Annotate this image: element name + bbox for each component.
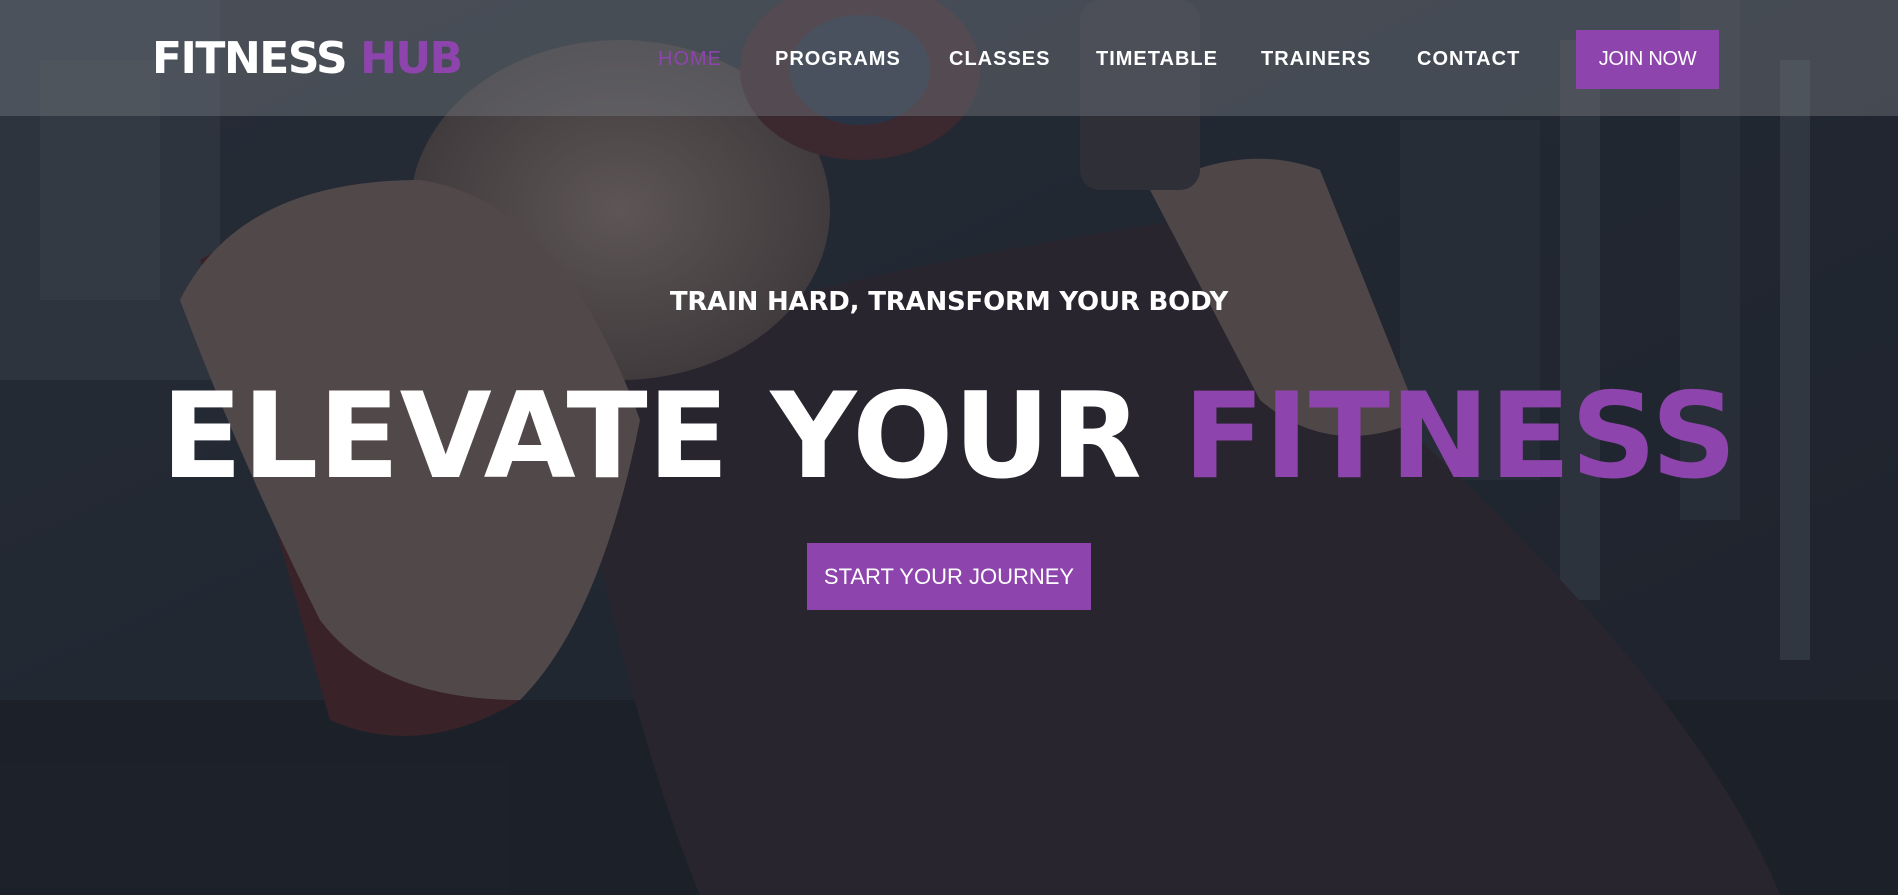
brand-logo[interactable]: FITNESS HUB	[152, 32, 463, 86]
hero-headline: ELEVATE YOUR FITNESS	[0, 372, 1898, 502]
nav-item-classes[interactable]: CLASSES	[949, 47, 1050, 71]
top-navbar: FITNESS HUB HOME PROGRAMS CLASSES TIMETA…	[0, 0, 1898, 116]
brand-name-accent: HUB	[360, 33, 463, 84]
headline-accent: FITNESS	[1183, 368, 1737, 506]
brand-name-primary: FITNESS	[152, 33, 348, 84]
nav-item-contact[interactable]: CONTACT	[1417, 47, 1520, 71]
nav-item-home[interactable]: HOME	[658, 47, 722, 71]
nav-item-trainers[interactable]: TRAINERS	[1261, 47, 1371, 71]
nav-item-programs[interactable]: PROGRAMS	[775, 47, 901, 71]
nav-item-timetable[interactable]: TIMETABLE	[1096, 47, 1218, 71]
join-now-button[interactable]: JOIN NOW	[1576, 30, 1719, 89]
headline-primary: ELEVATE YOUR	[161, 368, 1142, 506]
hero-tagline: TRAIN HARD, TRANSFORM YOUR BODY	[669, 287, 1229, 317]
start-journey-button[interactable]: START YOUR JOURNEY	[807, 543, 1091, 610]
hero-section: FITNESS HUB HOME PROGRAMS CLASSES TIMETA…	[0, 0, 1898, 895]
